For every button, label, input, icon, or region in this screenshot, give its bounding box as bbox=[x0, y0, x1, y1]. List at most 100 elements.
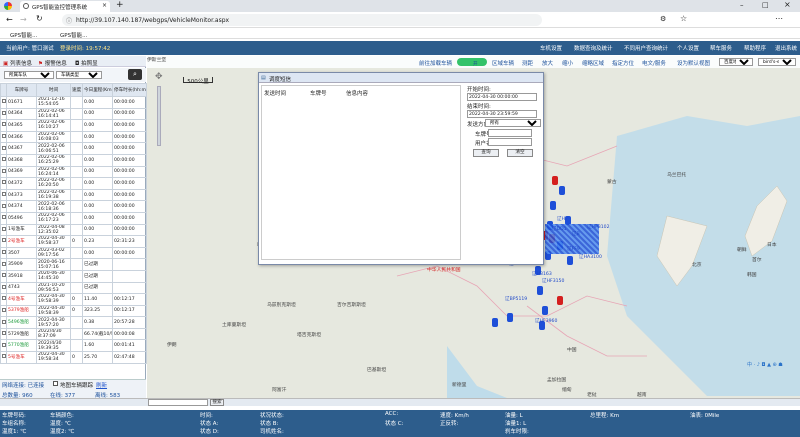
nav-item[interactable]: 帮助程序 bbox=[744, 44, 766, 52]
browser-tab[interactable]: GPS智能监控管理系统 bbox=[20, 1, 110, 12]
photo-tab[interactable]: ◘ 拍照显 bbox=[75, 59, 98, 67]
vehicle-marker[interactable] bbox=[507, 313, 513, 322]
vehicle-plate-label[interactable]: 辽HF3150 bbox=[542, 278, 564, 284]
map-footer-icons[interactable]: 中 · ♪ ◘ ▲ ⊕ ☗ bbox=[747, 361, 783, 368]
checkbox[interactable] bbox=[2, 296, 6, 301]
table-row[interactable]: 5729渔船2022/4/30 8:37:09 66.74(截10/利)00:00… bbox=[0, 327, 147, 341]
toggle-switch[interactable]: 开 bbox=[457, 58, 487, 67]
vehicle-plate-label[interactable]: 辽H2 bbox=[557, 216, 568, 222]
map-zoom-slider[interactable] bbox=[157, 86, 161, 146]
new-tab-icon[interactable]: + bbox=[116, 0, 124, 10]
vehicle-plate-label[interactable]: 辽B bbox=[572, 231, 580, 237]
maximize-icon[interactable]: □ bbox=[762, 1, 769, 9]
checkbox[interactable] bbox=[2, 342, 6, 347]
nav-item[interactable]: 个人设置 bbox=[677, 44, 699, 52]
checkbox[interactable] bbox=[2, 157, 6, 162]
table-row[interactable]: 04367 2022-02-06 16:06:51 0.00 00:00:00 bbox=[0, 142, 147, 155]
map-view-select[interactable]: bird's-eye bbox=[758, 58, 796, 66]
checkbox[interactable] bbox=[2, 319, 6, 324]
search-input[interactable] bbox=[148, 399, 208, 406]
column-header[interactable]: 停车时长(hh:mm:ss) bbox=[112, 83, 147, 97]
fleet-select[interactable]: 所属车队 bbox=[4, 71, 54, 79]
sender-select[interactable]: 所有 bbox=[485, 119, 541, 127]
column-header[interactable]: 今日里程(Km) bbox=[82, 83, 113, 97]
checkbox[interactable] bbox=[2, 134, 6, 139]
alarm-info-tab[interactable]: ⚑ 报警信息 bbox=[38, 59, 67, 67]
zoom-in-button[interactable]: 放大 bbox=[542, 59, 553, 67]
checkbox[interactable] bbox=[2, 203, 6, 208]
vehicle-type-select[interactable]: 车辆类型 bbox=[56, 71, 102, 79]
table-row[interactable]: 1号渔车 2022-04-08 12:35:02 0.00 00:00:00 bbox=[0, 223, 147, 237]
vehicle-plate-label[interactable]: 辽FF9 bbox=[567, 246, 580, 252]
list-info-tab[interactable]: ▣ 列表信息 bbox=[3, 59, 32, 67]
area-vehicles-button[interactable]: 区域车辆 bbox=[492, 59, 514, 67]
refresh-link[interactable]: 刷新 bbox=[96, 381, 107, 389]
nav-item[interactable]: 帮车服务 bbox=[710, 44, 732, 52]
favorites-icon[interactable]: ☆ bbox=[680, 14, 687, 23]
table-row[interactable]: 3507 2022-03-02 09:17:56 0.00 00:00:00 bbox=[0, 246, 147, 260]
nav-item[interactable]: 退出系统 bbox=[775, 44, 797, 52]
url-field[interactable]: ⓘ http://39.107.140.187/webgps/VehicleMo… bbox=[62, 14, 542, 26]
direction-button[interactable]: 指定方位 bbox=[612, 59, 634, 67]
extensions-icon[interactable]: ⚙ bbox=[660, 15, 666, 23]
table-row[interactable]: 04368 2022-02-06 16:25:29 0.00 00:00:00 bbox=[0, 153, 147, 167]
checkbox[interactable] bbox=[2, 122, 6, 127]
checkbox[interactable] bbox=[2, 307, 6, 312]
vehicle-marker[interactable] bbox=[550, 201, 556, 210]
vehicle-marker[interactable] bbox=[559, 186, 565, 195]
zoom-out-button[interactable]: 缩小 bbox=[562, 59, 573, 67]
menu-icon[interactable]: ⋯ bbox=[775, 14, 783, 23]
table-row[interactable]: 04373 2022-02-06 16:19:38 0.00 00:00:00 bbox=[0, 188, 147, 202]
table-row[interactable]: 4743 2021-10-20 09:56:53 已过期 bbox=[0, 281, 147, 295]
forward-icon[interactable]: → bbox=[20, 15, 27, 24]
nav-item[interactable]: 不同用户查询统计 bbox=[624, 44, 668, 52]
vehicle-marker[interactable] bbox=[567, 256, 573, 265]
table-row[interactable]: 04365 2022-02-06 16:10:27 0.00 00:00:00 bbox=[0, 119, 147, 132]
table-row[interactable]: 04364 2022-02-06 16:14:41 0.00 00:00:00 bbox=[0, 107, 147, 121]
vehicle-plate-label[interactable]: 辽HA3100 bbox=[579, 254, 602, 260]
checkbox[interactable] bbox=[2, 354, 6, 359]
table-row[interactable]: 5496渔船 2022-04-30 19:57:20 0.38 20:57:28 bbox=[0, 316, 147, 329]
table-row[interactable]: 05496 2022-02-06 16:17:23 0.00 00:00:00 bbox=[0, 211, 147, 225]
vehicle-marker[interactable] bbox=[537, 286, 543, 295]
query-button[interactable]: 查询 bbox=[473, 149, 499, 157]
nav-item[interactable]: 车机设置 bbox=[540, 44, 562, 52]
reload-icon[interactable]: ↻ bbox=[36, 14, 43, 23]
checkbox[interactable] bbox=[2, 180, 6, 185]
checkbox[interactable] bbox=[2, 168, 6, 173]
bookmark-item[interactable]: GPS智能... bbox=[10, 31, 37, 39]
ruler-button[interactable]: 测距 bbox=[522, 59, 533, 67]
table-row[interactable]: 04369 2022-02-06 16:24:14 0.00 00:00:00 bbox=[0, 165, 147, 179]
vehicle-plate-label[interactable]: 辽BP5119 bbox=[505, 296, 527, 302]
vehicle-plate-label[interactable]: 辽HF3960 bbox=[535, 318, 557, 324]
close-window-icon[interactable]: × bbox=[784, 0, 791, 9]
clear-button[interactable]: 清空 bbox=[507, 149, 533, 157]
table-row[interactable]: 35909 2020-06-16 15:07:16 已过期 bbox=[0, 258, 147, 271]
start-time-input[interactable]: 2022-04-30 00:00:00 bbox=[467, 93, 537, 101]
bookmark-item[interactable]: GPS智能... bbox=[60, 31, 87, 39]
nav-item[interactable]: 数据查询及统计 bbox=[574, 44, 613, 52]
checkbox[interactable] bbox=[2, 261, 6, 266]
vehicle-plate-label[interactable]: 辽H3163 bbox=[532, 271, 552, 277]
column-header[interactable]: 车牌号 bbox=[6, 83, 37, 97]
table-row[interactable]: 5770渔船 2022/4/30 19:39:35 1.60 00:01:41 bbox=[0, 339, 147, 353]
vehicle-marker[interactable] bbox=[552, 176, 558, 185]
vehicle-plate-label[interactable]: 辽DD1 bbox=[552, 226, 567, 232]
tab-close-icon[interactable]: × bbox=[102, 2, 107, 9]
column-header[interactable]: 速度 bbox=[70, 83, 83, 97]
map-pan-icon[interactable]: ✥ bbox=[155, 72, 163, 82]
table-row[interactable]: 04372 2022-02-06 16:20:50 0.00 00:00:00 bbox=[0, 177, 147, 190]
service-button[interactable]: 电文/服务 bbox=[642, 59, 666, 67]
checkbox[interactable] bbox=[2, 238, 6, 243]
table-row[interactable]: 2号渔车 2022-04-30 19:58:37 0 0.23 02:31:23 bbox=[0, 235, 147, 248]
checkbox[interactable] bbox=[2, 331, 6, 336]
checkbox[interactable] bbox=[2, 99, 6, 104]
default-view-button[interactable]: 设为默认视图 bbox=[677, 59, 710, 67]
vehicle-marker[interactable] bbox=[557, 296, 563, 305]
table-row[interactable]: 4号渔车 2022-04-30 19:58:39 0 11.40 00:12:17 bbox=[0, 293, 147, 306]
checkbox[interactable] bbox=[2, 215, 6, 220]
follow-checkbox[interactable] bbox=[53, 381, 58, 386]
vehicle-marker[interactable] bbox=[542, 306, 548, 315]
table-row[interactable]: 5379渔船 2022-04-30 19:58:39 0 323.25 00:12:17 bbox=[0, 304, 147, 318]
back-icon[interactable]: ← bbox=[6, 15, 13, 24]
